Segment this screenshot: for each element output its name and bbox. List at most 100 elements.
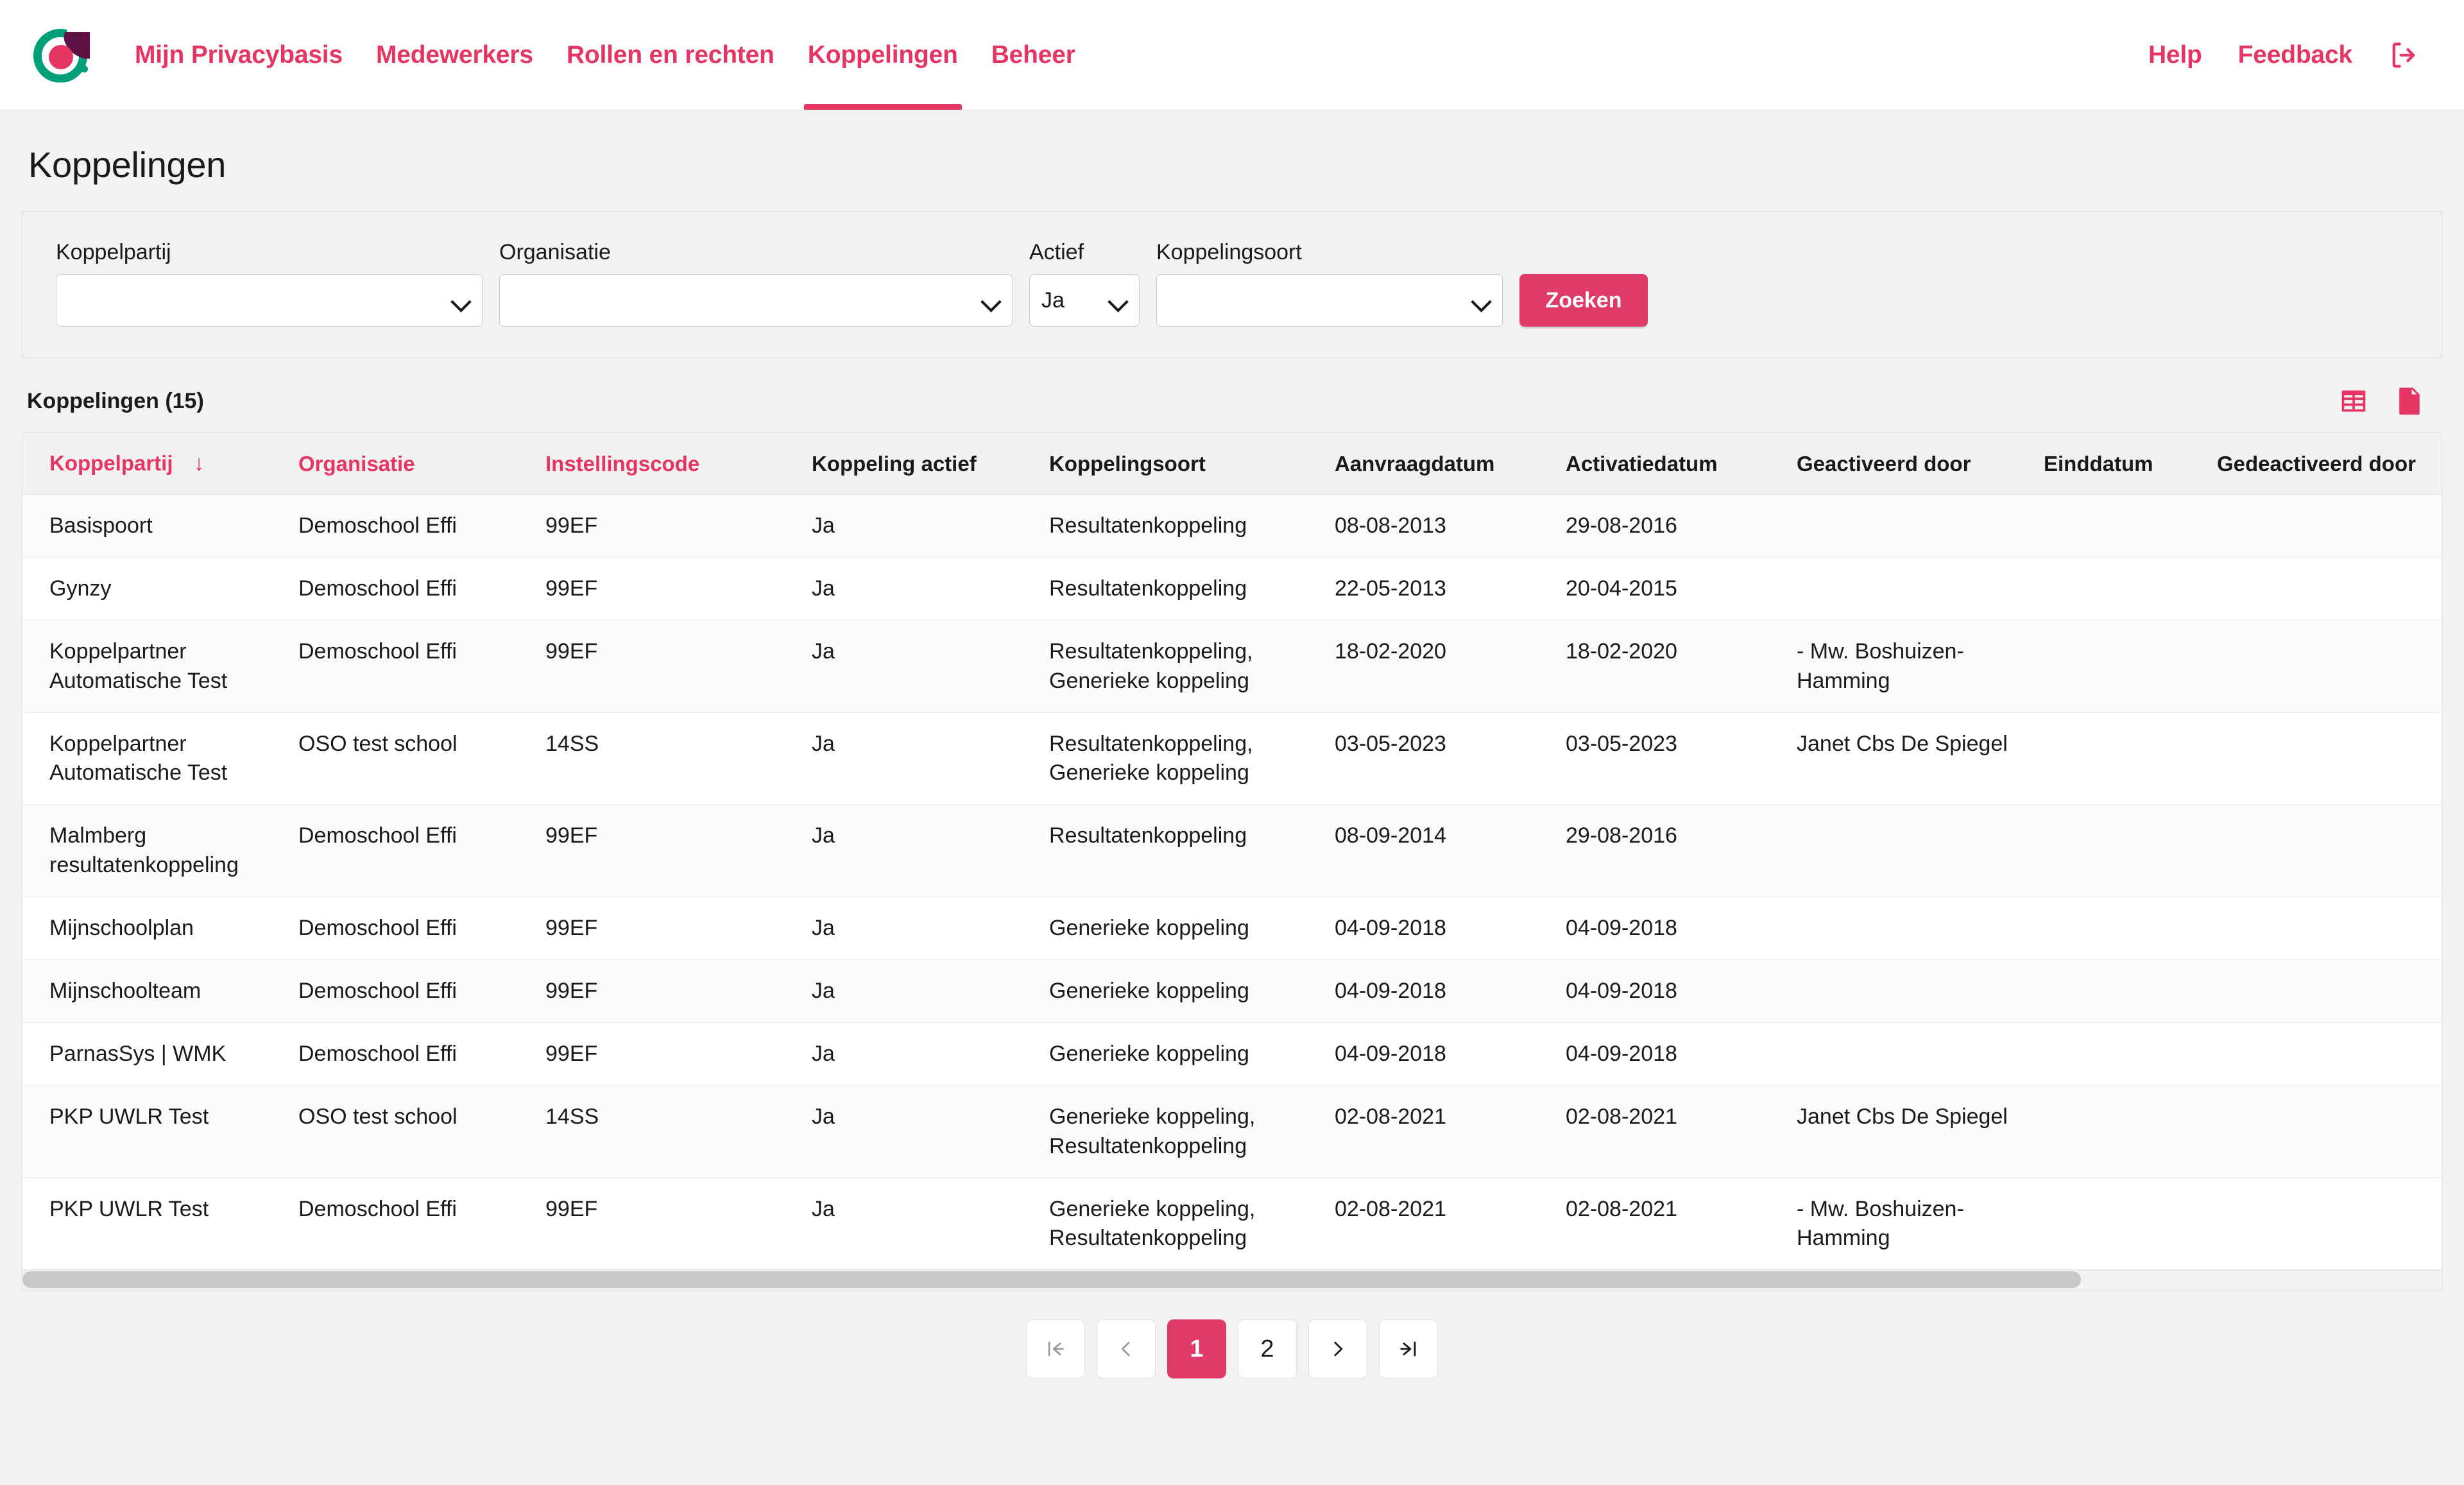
cell-organisatie: Demoschool Effi: [298, 1178, 545, 1271]
cell-koppeling-actief: Ja: [812, 804, 1049, 897]
cell-koppelpartij: ParnasSys | WMK: [22, 1022, 298, 1086]
cell-gedeactiveerd-door: [2217, 959, 2442, 1024]
table-row[interactable]: Koppelpartner Automatische Test OSO test …: [22, 712, 2442, 805]
column-header-aanvraagdatum: Aanvraagdatum: [1335, 433, 1566, 495]
page-button-2[interactable]: 2: [1238, 1319, 1297, 1379]
last-page-button[interactable]: [1379, 1319, 1438, 1379]
cell-koppeling-actief: Ja: [812, 712, 1049, 805]
table-row[interactable]: Basispoort Demoschool Effi 99EF Ja Resultate…: [22, 494, 2442, 558]
cell-organisatie: Demoschool Effi: [298, 897, 545, 960]
page-title: Koppelingen: [28, 144, 227, 185]
cell-koppelpartij: Mijnschoolteam: [22, 959, 298, 1024]
column-header-organisatie[interactable]: Organisatie: [298, 433, 545, 495]
pagination: 1 2: [22, 1290, 2442, 1414]
help-link[interactable]: Help: [2130, 41, 2220, 69]
cell-koppelingsoort: Generieke koppeling, Resultatenkoppeling: [1049, 1085, 1335, 1178]
next-page-icon: [1334, 1341, 1343, 1357]
cell-organisatie: Demoschool Effi: [298, 494, 545, 558]
first-page-button[interactable]: [1026, 1319, 1085, 1379]
cell-koppelingsoort: Resultatenkoppeling: [1049, 557, 1335, 621]
cell-einddatum: [2044, 1022, 2217, 1086]
cell-aanvraagdatum: 08-09-2014: [1335, 804, 1566, 897]
column-header-koppelpartij[interactable]: Koppelpartij ↓: [22, 433, 298, 495]
cell-geactiveerd-door: [1797, 494, 2044, 558]
organisatie-select[interactable]: [499, 274, 1013, 327]
column-header-activatiedatum: Activatiedatum: [1566, 433, 1797, 495]
table-row[interactable]: Mijnschoolteam Demoschool Effi 99EF Ja Gener…: [22, 959, 2442, 1024]
cell-geactiveerd-door: [1797, 959, 2044, 1024]
chevron-down-icon: [451, 291, 470, 310]
cell-koppeling-actief: Ja: [812, 494, 1049, 558]
page-button-1[interactable]: 1: [1167, 1319, 1226, 1379]
table-header: Koppelpartij ↓ Organisatie Instellingscod…: [22, 433, 2442, 495]
horizontal-scrollbar[interactable]: [22, 1271, 2442, 1291]
previous-page-button[interactable]: [1097, 1319, 1156, 1379]
logout-button[interactable]: [2370, 39, 2427, 72]
table-row[interactable]: PKP UWLR Test Demoschool Effi 99EF Ja Generi…: [22, 1178, 2442, 1271]
cell-gedeactiveerd-door: [2217, 1178, 2442, 1271]
column-header-gedeactiveerd-door: Gedeactiveerd door: [2217, 433, 2442, 495]
table-row[interactable]: Gynzy Demoschool Effi 99EF Ja Resultatenkopp…: [22, 557, 2442, 621]
chevron-down-icon: [981, 291, 1000, 310]
cell-koppelpartij: Koppelpartner Automatische Test: [22, 620, 298, 713]
export-spreadsheet-icon[interactable]: [2396, 386, 2423, 416]
sort-descending-icon: ↓: [193, 451, 205, 476]
nav-item-beheer[interactable]: Beheer: [975, 0, 1092, 110]
chevron-down-icon: [1108, 291, 1127, 310]
table-header-row: Koppelpartij ↓ Organisatie Instellingscod…: [22, 433, 2442, 495]
cell-organisatie: Demoschool Effi: [298, 1022, 545, 1086]
cell-geactiveerd-door: [1797, 1022, 2044, 1086]
nav-item-mijn-privacybasis[interactable]: Mijn Privacybasis: [118, 0, 359, 110]
cell-activatiedatum: 04-09-2018: [1566, 1022, 1797, 1086]
cell-einddatum: [2044, 620, 2217, 713]
table-view-icon[interactable]: [2340, 387, 2368, 415]
cell-instellingscode: 14SS: [545, 712, 812, 805]
nav-item-rollen-en-rechten[interactable]: Rollen en rechten: [550, 0, 791, 110]
cell-einddatum: [2044, 494, 2217, 558]
last-page-icon: [1400, 1341, 1416, 1357]
nav-label: Medewerkers: [375, 40, 533, 69]
table-row[interactable]: Koppelpartner Automatische Test Demoschoo…: [22, 620, 2442, 713]
actief-select[interactable]: Ja: [1029, 274, 1140, 327]
help-label: Help: [2148, 40, 2202, 69]
table-row[interactable]: PKP UWLR Test OSO test school 14SS Ja Generi…: [22, 1085, 2442, 1178]
cell-einddatum: [2044, 804, 2217, 897]
koppelingsoort-select[interactable]: [1156, 274, 1503, 327]
koppelingsoort-label: Koppelingsoort: [1156, 240, 1302, 264]
table-row[interactable]: Malmberg resultatenkoppeling Demoschool E…: [22, 804, 2442, 897]
cell-instellingscode: 99EF: [545, 1178, 812, 1271]
cell-koppelingsoort: Resultatenkoppeling, Generieke koppeling: [1049, 620, 1335, 713]
cell-aanvraagdatum: 04-09-2018: [1335, 1022, 1566, 1086]
cell-activatiedatum: 18-02-2020: [1566, 620, 1797, 713]
table-actions: [2340, 386, 2437, 416]
cell-koppeling-actief: Ja: [812, 1022, 1049, 1086]
nav-item-medewerkers[interactable]: Medewerkers: [359, 0, 550, 110]
cell-instellingscode: 99EF: [545, 897, 812, 960]
app-header: Mijn Privacybasis Medewerkers Rollen en …: [0, 0, 2464, 110]
koppelpartij-select[interactable]: [56, 274, 483, 327]
cell-organisatie: OSO test school: [298, 1085, 545, 1178]
next-page-button[interactable]: [1308, 1319, 1367, 1379]
previous-page-icon: [1121, 1341, 1130, 1357]
cell-einddatum: [2044, 557, 2217, 621]
cell-gedeactiveerd-door: [2217, 712, 2442, 805]
cell-instellingscode: 99EF: [545, 959, 812, 1024]
cell-geactiveerd-door: [1797, 557, 2044, 621]
koppelingen-table: Koppelpartij ↓ Organisatie Instellingscod…: [22, 433, 2442, 1271]
column-header-instellingscode[interactable]: Instellingscode: [545, 433, 812, 495]
feedback-link[interactable]: Feedback: [2220, 41, 2370, 69]
cell-activatiedatum: 29-08-2016: [1566, 804, 1797, 897]
feedback-label: Feedback: [2237, 40, 2353, 69]
table-row[interactable]: ParnasSys | WMK Demoschool Effi 99EF Ja Gene…: [22, 1022, 2442, 1086]
nav-item-koppelingen[interactable]: Koppelingen: [791, 0, 975, 110]
cell-gedeactiveerd-door: [2217, 1085, 2442, 1178]
scrollbar-thumb[interactable]: [22, 1271, 2081, 1289]
search-button[interactable]: Zoeken: [1519, 274, 1648, 327]
main-navigation: Mijn Privacybasis Medewerkers Rollen en …: [118, 0, 1092, 110]
cell-gedeactiveerd-door: [2217, 494, 2442, 558]
cell-koppelingsoort: Generieke koppeling, Resultatenkoppeling: [1049, 1178, 1335, 1271]
cell-organisatie: Demoschool Effi: [298, 959, 545, 1024]
table-row[interactable]: Mijnschoolplan Demoschool Effi 99EF Ja Gener…: [22, 897, 2442, 960]
nav-label: Beheer: [991, 40, 1075, 69]
cell-activatiedatum: 04-09-2018: [1566, 959, 1797, 1024]
